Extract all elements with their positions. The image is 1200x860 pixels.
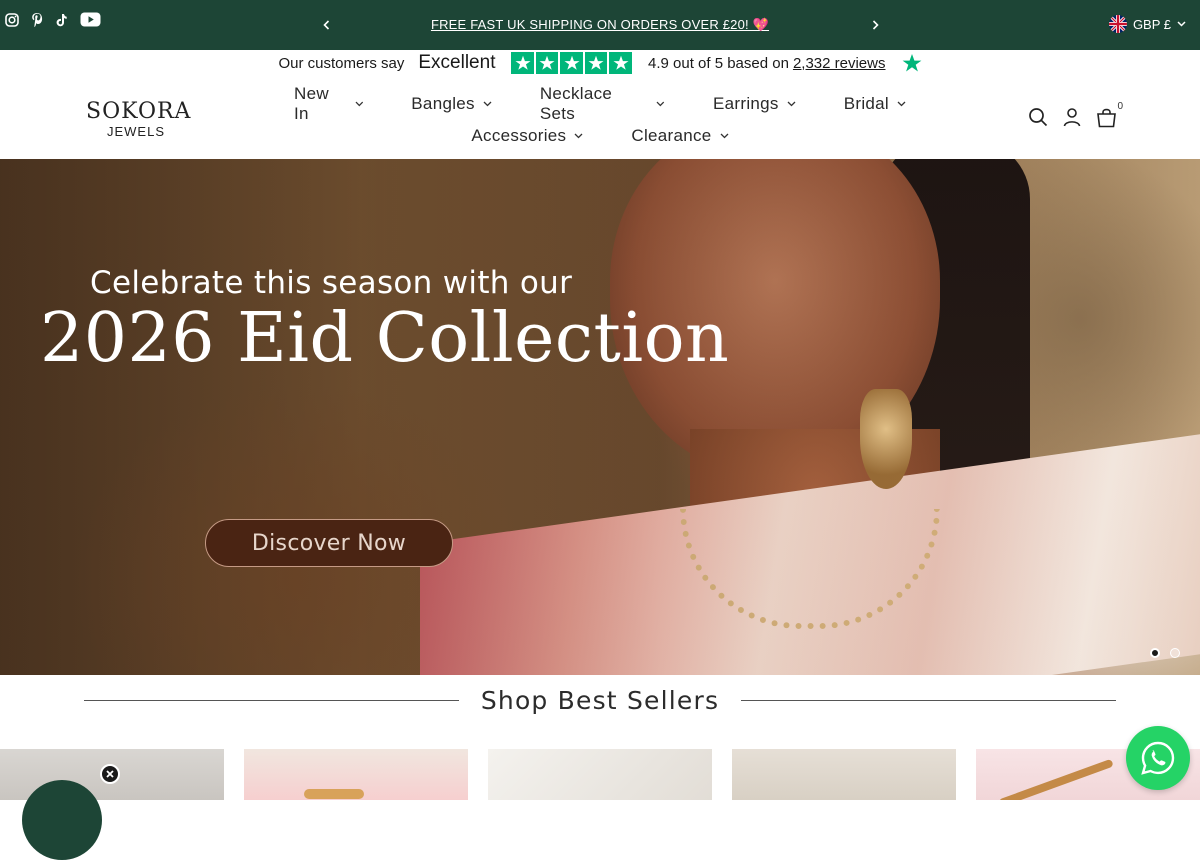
product-card[interactable] bbox=[488, 749, 712, 800]
shopping-bag-icon bbox=[1096, 108, 1116, 127]
site-logo[interactable]: SOKORA JEWELS bbox=[86, 100, 192, 140]
hero-slide-dots bbox=[1150, 648, 1180, 658]
hero-overlay bbox=[0, 159, 1200, 675]
cart-count-badge: 0 bbox=[1117, 101, 1123, 112]
promo-popup-button[interactable] bbox=[22, 780, 102, 860]
best-sellers-heading: Shop Best Sellers bbox=[84, 683, 1117, 717]
trustpilot-logo-star-icon bbox=[902, 54, 921, 72]
user-icon bbox=[1063, 108, 1081, 127]
nav-item-label: Earrings bbox=[713, 94, 779, 113]
site-header: SOKORA JEWELS New In Bangles Necklace Sets… bbox=[0, 76, 1200, 159]
discover-now-button[interactable]: Discover Now bbox=[205, 519, 453, 567]
logo-wordmark: SOKORA bbox=[86, 100, 192, 124]
trustpilot-reviews-link[interactable]: 2,332 reviews bbox=[793, 55, 886, 72]
best-sellers-title: Shop Best Sellers bbox=[480, 685, 720, 715]
cart-button[interactable]: 0 bbox=[1095, 101, 1123, 128]
nav-item-earrings[interactable]: Earrings bbox=[689, 94, 820, 114]
nav-item-label: Bangles bbox=[411, 94, 475, 113]
nav-item-label: Accessories bbox=[471, 126, 567, 145]
nav-item-new-in[interactable]: New In bbox=[270, 84, 387, 124]
nav-item-bridal[interactable]: Bridal bbox=[820, 94, 930, 114]
product-image bbox=[304, 789, 364, 799]
announcement-bar: FREE FAST UK SHIPPING ON ORDERS OVER £20… bbox=[0, 0, 1200, 50]
search-icon bbox=[1029, 108, 1048, 127]
nav-item-necklace-sets[interactable]: Necklace Sets bbox=[516, 84, 689, 124]
trustpilot-star-icon bbox=[560, 51, 583, 75]
announcement-next-button[interactable] bbox=[867, 17, 883, 33]
header-actions: 0 bbox=[1027, 101, 1123, 128]
nav-item-clearance[interactable]: Clearance bbox=[607, 126, 752, 146]
close-icon bbox=[106, 770, 114, 778]
hero-title: 2026 Eid Collection bbox=[40, 299, 730, 378]
chevron-down-icon bbox=[483, 101, 492, 107]
nav-row-secondary: Accessories Clearance bbox=[270, 122, 930, 150]
account-button[interactable] bbox=[1061, 106, 1083, 128]
promo-close-button[interactable] bbox=[100, 764, 120, 784]
nav-item-label: Clearance bbox=[631, 126, 712, 145]
whatsapp-chat-button[interactable] bbox=[1126, 726, 1190, 790]
hero-banner[interactable]: Celebrate this season with our 2026 Eid … bbox=[0, 159, 1200, 675]
slide-dot-1[interactable] bbox=[1150, 648, 1160, 658]
product-card[interactable] bbox=[732, 749, 956, 800]
best-sellers-carousel bbox=[0, 749, 1200, 800]
chevron-down-icon bbox=[1177, 21, 1186, 27]
product-card[interactable] bbox=[244, 749, 468, 800]
trustpilot-star-icon bbox=[609, 51, 632, 75]
whatsapp-icon bbox=[1141, 741, 1175, 775]
nav-item-bangles[interactable]: Bangles bbox=[387, 94, 516, 114]
chevron-down-icon bbox=[355, 101, 363, 107]
uk-flag-icon bbox=[1108, 15, 1127, 33]
divider-line bbox=[84, 699, 459, 701]
divider-line bbox=[741, 699, 1117, 701]
main-nav: New In Bangles Necklace Sets Earrings Bridal… bbox=[270, 84, 930, 150]
nav-row-primary: New In Bangles Necklace Sets Earrings Bridal bbox=[270, 84, 930, 123]
slide-dot-2[interactable] bbox=[1170, 648, 1180, 658]
currency-selector[interactable]: GBP £ bbox=[1108, 15, 1186, 33]
nav-item-label: Bridal bbox=[843, 94, 889, 113]
trustpilot-rating-word: Excellent bbox=[418, 52, 496, 73]
announcement-text-wrap: FREE FAST UK SHIPPING ON ORDERS OVER £20… bbox=[0, 0, 1200, 50]
announcement-link[interactable]: FREE FAST UK SHIPPING ON ORDERS OVER £20… bbox=[431, 17, 769, 33]
trustpilot-intro: Our customers say bbox=[278, 54, 405, 72]
nav-item-accessories[interactable]: Accessories bbox=[447, 126, 607, 146]
logo-subtitle: JEWELS bbox=[106, 124, 165, 139]
trustpilot-score: 4.9 out of 5 based on bbox=[647, 54, 789, 72]
hero-subtitle: Celebrate this season with our bbox=[90, 265, 573, 301]
trustpilot-star-icon bbox=[511, 51, 534, 75]
chevron-down-icon bbox=[574, 133, 583, 139]
chevron-right-icon bbox=[872, 20, 879, 30]
trustpilot-star-icon bbox=[535, 51, 559, 75]
chevron-down-icon bbox=[720, 133, 729, 139]
search-button[interactable] bbox=[1027, 106, 1049, 128]
chevron-down-icon bbox=[787, 101, 796, 107]
trustpilot-stars bbox=[511, 51, 632, 75]
currency-label: GBP £ bbox=[1132, 16, 1171, 32]
nav-item-label: New In bbox=[294, 84, 329, 123]
trustpilot-star-icon bbox=[584, 51, 608, 75]
trustpilot-widget[interactable]: Our customers say Excellent 4.9 out of 5… bbox=[0, 50, 1200, 76]
chevron-down-icon bbox=[897, 101, 906, 107]
nav-item-label: Necklace Sets bbox=[539, 84, 613, 123]
logo-word: SOKORA bbox=[86, 99, 192, 124]
product-image bbox=[998, 758, 1114, 800]
chevron-down-icon bbox=[656, 101, 665, 107]
